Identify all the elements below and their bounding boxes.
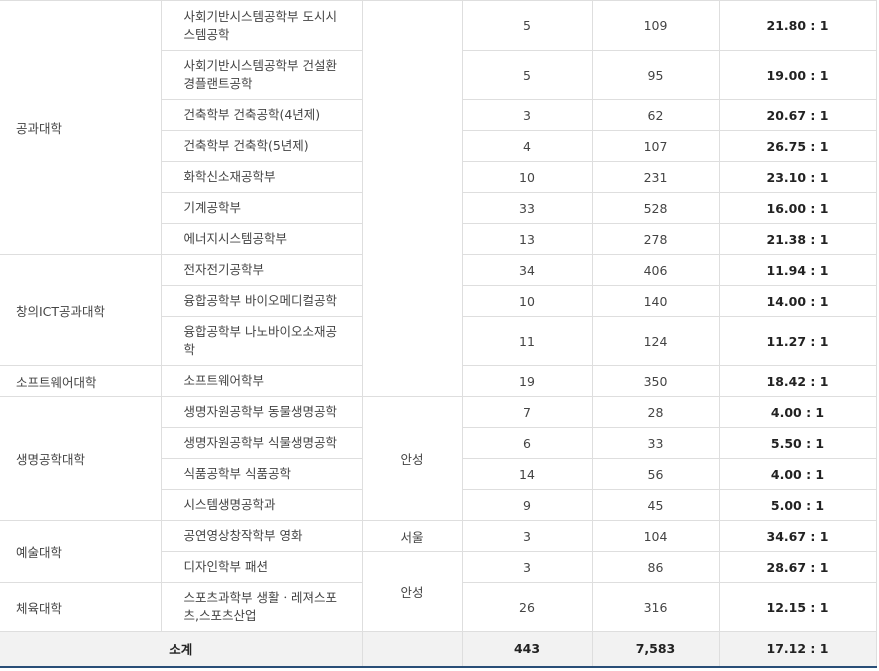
ratio-cell: 11.94 : 1 bbox=[718, 254, 877, 286]
quota-cell: 9 bbox=[461, 489, 593, 521]
quota-cell: 26 bbox=[461, 582, 593, 632]
ratio-cell: 26.75 : 1 bbox=[718, 130, 877, 162]
applicants-cell: 28 bbox=[591, 396, 720, 428]
quota-cell: 5 bbox=[461, 50, 593, 100]
applicants-cell: 350 bbox=[591, 365, 720, 397]
ratio-cell: 34.67 : 1 bbox=[718, 520, 877, 552]
department-cell: 생명자원공학부 식물생명공학 bbox=[160, 427, 363, 459]
department-cell: 소프트웨어학부 bbox=[160, 365, 363, 397]
competition-rate-table: 공과대학 사회기반시스템공학부 도시시스템공학 5 109 21.80 : 1 … bbox=[0, 0, 877, 668]
department-cell: 공연영상창작학부 영화 bbox=[160, 520, 363, 552]
campus-cell bbox=[361, 0, 463, 397]
ratio-cell: 14.00 : 1 bbox=[718, 285, 877, 317]
quota-cell: 3 bbox=[461, 99, 593, 131]
applicants-cell: 107 bbox=[591, 130, 720, 162]
ratio-cell: 23.10 : 1 bbox=[718, 161, 877, 193]
applicants-cell: 104 bbox=[591, 520, 720, 552]
applicants-cell: 86 bbox=[591, 551, 720, 583]
table-row: 예술대학 공연영상창작학부 영화 서울 3 104 34.67 : 1 bbox=[0, 520, 877, 583]
applicants-cell: 95 bbox=[591, 50, 720, 100]
applicants-cell: 45 bbox=[591, 489, 720, 521]
department-cell: 기계공학부 bbox=[160, 192, 363, 224]
ratio-cell: 18.42 : 1 bbox=[718, 365, 877, 397]
quota-cell: 34 bbox=[461, 254, 593, 286]
table-row: 공과대학 사회기반시스템공학부 도시시스템공학 5 109 21.80 : 1 bbox=[0, 0, 877, 397]
ratio-cell: 19.00 : 1 bbox=[718, 50, 877, 100]
campus-cell: 서울 bbox=[361, 520, 463, 552]
quota-cell: 3 bbox=[461, 520, 593, 552]
college-cell: 생명공학대학 bbox=[0, 396, 162, 521]
applicants-cell: 278 bbox=[591, 223, 720, 255]
campus-cell: 안성 bbox=[361, 551, 463, 632]
applicants-cell: 56 bbox=[591, 458, 720, 490]
applicants-cell: 231 bbox=[591, 161, 720, 193]
applicants-cell: 140 bbox=[591, 285, 720, 317]
quota-cell: 11 bbox=[461, 316, 593, 366]
department-cell: 건축학부 건축공학(4년제) bbox=[160, 99, 363, 131]
department-cell: 융합공학부 바이오메디컬공학 bbox=[160, 285, 363, 317]
subtotal-row: 소계 443 7,583 17.12 : 1 bbox=[0, 631, 877, 668]
college-cell: 공과대학 bbox=[0, 0, 162, 255]
applicants-cell: 406 bbox=[591, 254, 720, 286]
applicants-cell: 109 bbox=[591, 0, 720, 51]
department-cell: 사회기반시스템공학부 건설환경플랜트공학 bbox=[160, 50, 363, 100]
table-row: 생명공학대학 생명자원공학부 동물생명공학 안성 7 28 4.00 : 1 bbox=[0, 396, 877, 521]
ratio-cell: 12.15 : 1 bbox=[718, 582, 877, 632]
college-cell: 소프트웨어대학 bbox=[0, 365, 162, 397]
quota-cell: 13 bbox=[461, 223, 593, 255]
ratio-cell: 5.00 : 1 bbox=[718, 489, 877, 521]
subtotal-campus-cell bbox=[361, 631, 463, 668]
ratio-cell: 16.00 : 1 bbox=[718, 192, 877, 224]
ratio-cell: 21.38 : 1 bbox=[718, 223, 877, 255]
applicants-cell: 528 bbox=[591, 192, 720, 224]
ratio-cell: 4.00 : 1 bbox=[718, 458, 877, 490]
quota-cell: 19 bbox=[461, 365, 593, 397]
department-cell: 에너지시스템공학부 bbox=[160, 223, 363, 255]
applicants-cell: 316 bbox=[591, 582, 720, 632]
quota-cell: 10 bbox=[461, 285, 593, 317]
ratio-cell: 28.67 : 1 bbox=[718, 551, 877, 583]
quota-cell: 33 bbox=[461, 192, 593, 224]
department-cell: 전자전기공학부 bbox=[160, 254, 363, 286]
department-cell: 사회기반시스템공학부 도시시스템공학 bbox=[160, 0, 363, 51]
ratio-cell: 5.50 : 1 bbox=[718, 427, 877, 459]
campus-cell: 안성 bbox=[361, 396, 463, 521]
ratio-cell: 4.00 : 1 bbox=[718, 396, 877, 428]
college-cell: 창의ICT공과대학 bbox=[0, 254, 162, 366]
department-cell: 식품공학부 식품공학 bbox=[160, 458, 363, 490]
applicants-cell: 33 bbox=[591, 427, 720, 459]
applicants-cell: 62 bbox=[591, 99, 720, 131]
department-cell: 융합공학부 나노바이오소재공학 bbox=[160, 316, 363, 366]
department-cell: 시스템생명공학과 bbox=[160, 489, 363, 521]
department-cell: 디자인학부 패션 bbox=[160, 551, 363, 583]
college-cell: 체육대학 bbox=[0, 582, 162, 632]
department-cell: 화학신소재공학부 bbox=[160, 161, 363, 193]
quota-cell: 3 bbox=[461, 551, 593, 583]
ratio-cell: 11.27 : 1 bbox=[718, 316, 877, 366]
quota-cell: 4 bbox=[461, 130, 593, 162]
college-cell: 예술대학 bbox=[0, 520, 162, 583]
ratio-cell: 20.67 : 1 bbox=[718, 99, 877, 131]
quota-cell: 5 bbox=[461, 0, 593, 51]
quota-cell: 6 bbox=[461, 427, 593, 459]
quota-cell: 10 bbox=[461, 161, 593, 193]
subtotal-quota: 443 bbox=[461, 631, 593, 668]
applicants-cell: 124 bbox=[591, 316, 720, 366]
department-cell: 생명자원공학부 동물생명공학 bbox=[160, 396, 363, 428]
quota-cell: 14 bbox=[461, 458, 593, 490]
department-cell: 건축학부 건축학(5년제) bbox=[160, 130, 363, 162]
subtotal-label: 소계 bbox=[0, 631, 363, 668]
subtotal-ratio: 17.12 : 1 bbox=[718, 631, 877, 668]
quota-cell: 7 bbox=[461, 396, 593, 428]
ratio-cell: 21.80 : 1 bbox=[718, 0, 877, 51]
department-cell: 스포츠과학부 생활ㆍ레져스포츠,스포츠산업 bbox=[160, 582, 363, 632]
subtotal-applicants: 7,583 bbox=[591, 631, 720, 668]
